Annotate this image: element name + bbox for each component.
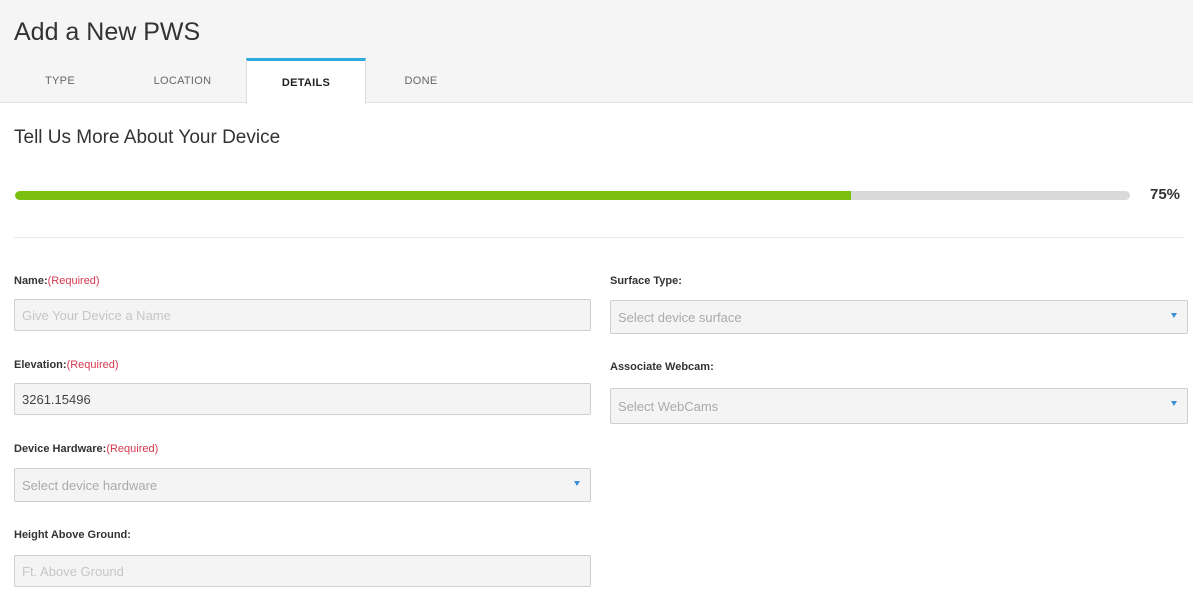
progress-bar [15, 191, 1130, 200]
name-placeholder: Give Your Device a Name [22, 307, 171, 323]
elevation-value: 3261.15496 [22, 391, 91, 407]
associate-webcam-placeholder: Select WebCams [618, 398, 719, 414]
caret-down-icon [1171, 401, 1177, 406]
page-header: Add a New PWS TYPE LOCATION DETAILS DONE [0, 0, 1193, 104]
elevation-label-text: Elevation: [14, 359, 67, 371]
height-above-ground-label-text: Height Above Ground: [14, 529, 131, 541]
tab-type[interactable]: TYPE [0, 58, 120, 103]
name-field[interactable]: Give Your Device a Name [14, 299, 591, 331]
elevation-label: Elevation:(Required) [14, 359, 119, 371]
caret-down-icon [1171, 313, 1177, 318]
device-hardware-label: Device Hardware:(Required) [14, 443, 158, 455]
surface-type-select[interactable]: Select device surface [610, 300, 1188, 334]
device-hardware-select[interactable]: Select device hardware [14, 468, 591, 502]
device-hardware-placeholder: Select device hardware [22, 477, 158, 493]
height-above-ground-field[interactable]: Ft. Above Ground [14, 555, 591, 587]
associate-webcam-label-text: Associate Webcam: [610, 361, 714, 373]
associate-webcam-label: Associate Webcam: [610, 361, 714, 373]
surface-type-placeholder: Select device surface [618, 309, 742, 325]
name-label: Name:(Required) [14, 275, 100, 287]
height-above-ground-label: Height Above Ground: [14, 529, 131, 541]
tab-details[interactable]: DETAILS [246, 58, 366, 104]
progress-fill [15, 191, 852, 200]
progress-percent: 75% [1150, 186, 1181, 203]
divider [14, 237, 1184, 238]
caret-down-icon [574, 481, 580, 486]
required-marker: (Required) [106, 443, 159, 455]
required-marker: (Required) [66, 359, 119, 371]
elevation-field[interactable]: 3261.15496 [14, 383, 591, 415]
associate-webcam-select[interactable]: Select WebCams [610, 388, 1188, 424]
tab-location[interactable]: LOCATION [120, 58, 245, 103]
surface-type-label-text: Surface Type: [610, 275, 682, 287]
name-label-text: Name: [14, 275, 48, 287]
page-title: Add a New PWS [14, 18, 201, 46]
device-hardware-label-text: Device Hardware: [14, 443, 107, 455]
surface-type-label: Surface Type: [610, 275, 682, 287]
section-title: Tell Us More About Your Device [14, 127, 281, 148]
required-marker: (Required) [47, 275, 100, 287]
height-above-ground-placeholder: Ft. Above Ground [22, 563, 124, 579]
tab-done[interactable]: DONE [366, 58, 476, 103]
